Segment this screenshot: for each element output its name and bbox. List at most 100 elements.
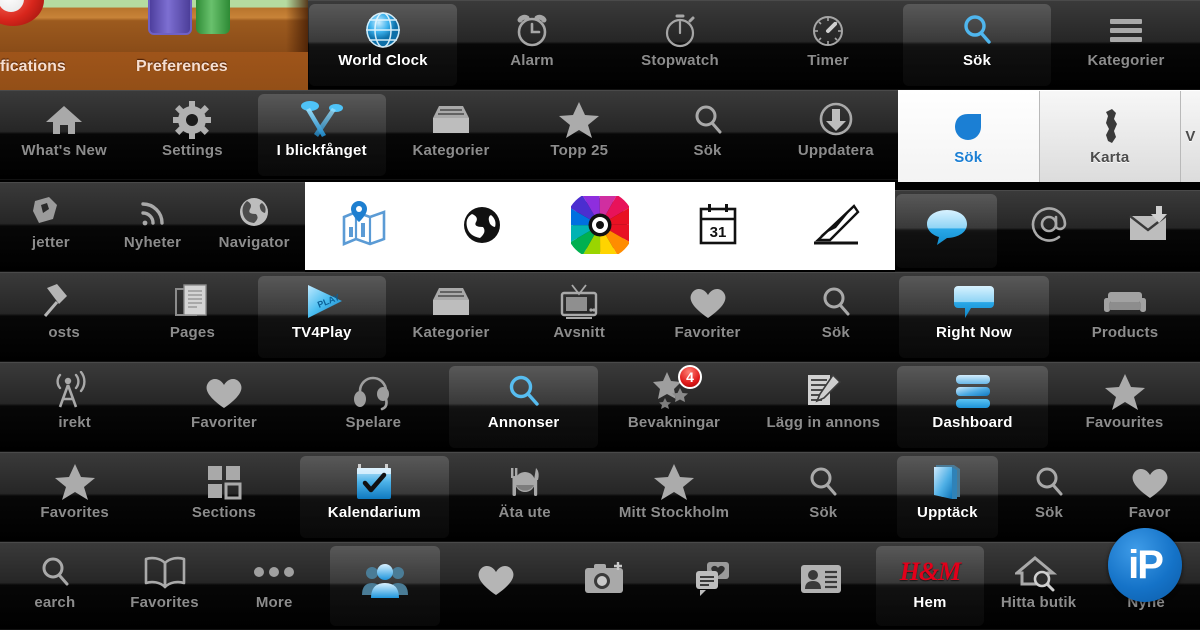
shelf-label-notifications[interactable]: fications [0,58,66,76]
tab-right-now[interactable]: Right Now [899,276,1049,358]
tab-navigator[interactable]: Navigator [203,183,305,271]
tab-label: Favoriter [674,324,741,341]
shelf-label-preferences[interactable]: Preferences [136,58,228,76]
tab-favoriter[interactable]: Favoriter [643,273,771,361]
tab-bevakningar[interactable]: 4 Bevakningar [599,363,748,451]
tab-pages[interactable]: Pages [128,273,256,361]
icon-envelope-sail[interactable] [777,182,895,270]
tab-search[interactable]: earch [0,543,110,629]
tab-world-clock[interactable]: World Clock [309,4,457,86]
tab-favorites[interactable]: Favorites [0,453,149,541]
tab-ata-ute[interactable]: Äta ute [450,453,599,541]
tab-nyheter[interactable]: Nyheter [102,183,204,271]
tab-lagg-in-annons[interactable]: Lägg in annons [749,363,898,451]
icon-color-wheel[interactable] [541,182,659,270]
tab-kategorier[interactable]: Kategorier [387,273,515,361]
tab-sok-light[interactable]: Sök [898,91,1039,182]
tab-jetter[interactable]: jetter [0,183,102,271]
tab-topp-25[interactable]: Topp 25 [515,91,643,179]
tab-more[interactable]: More [219,543,329,629]
tab-label: Navigator [218,234,290,251]
tab-hitta-butik[interactable]: Hitta butik [985,543,1093,629]
star-icon [1103,372,1147,412]
tabbar-social[interactable]: earch Favorites More [0,542,660,630]
tab-spelare[interactable]: Spelare [299,363,448,451]
tab-upptack[interactable]: Upptäck [897,456,998,538]
tab-heart[interactable] [441,543,551,629]
tab-hem[interactable]: H&M Hem [876,546,984,626]
tab-sok[interactable]: Sök [749,453,898,541]
tabbar-stockholm[interactable]: Favorites Sections Kalendarium Äta ute M… [0,452,898,542]
tab-mitt-stockholm[interactable]: Mitt Stockholm [599,453,748,541]
tab-timer[interactable]: Timer [754,1,902,89]
tab-mail-download[interactable] [1099,191,1200,271]
tab-kategorier[interactable]: Kategorier [1052,1,1200,89]
icon-calendar[interactable]: 31 [659,182,777,270]
tab-partial-light[interactable]: V [1180,91,1200,182]
tabbar-rightnow[interactable]: Right Now Products [898,272,1200,362]
search-icon [816,282,856,322]
tab-camera[interactable] [550,543,660,629]
tab-sok[interactable]: Sök [999,453,1100,541]
tab-posts[interactable]: osts [0,273,128,361]
people-blue-icon [359,562,411,602]
search-icon [803,462,843,502]
cutlery-icon [503,462,547,502]
tab-contact-card[interactable] [768,543,876,629]
tab-whats-new[interactable]: What's New [0,91,128,179]
tab-label: Nyheter [123,234,182,251]
rss-icon [134,192,172,232]
tabbar-blocket[interactable]: irekt Favoriter Spelare Annonser 4 Bevak… [0,362,898,452]
globe-black-icon [458,205,506,245]
heart-icon [1128,462,1172,502]
tab-label: Mitt Stockholm [618,504,730,521]
tab-kategorier[interactable]: Kategorier [387,91,515,179]
gear-icon [172,100,212,140]
icon-globe-black[interactable] [423,182,541,270]
tab-favoriter[interactable]: Favoriter [149,363,298,451]
tab-people[interactable] [330,546,440,626]
tab-sections[interactable]: Sections [149,453,298,541]
tab-sok[interactable]: Sök [643,91,771,179]
tabbar-navigator[interactable]: jetter Nyheter Navigator [0,182,305,272]
tab-label: What's New [21,142,107,159]
tab-karta[interactable]: Karta [1038,91,1180,182]
tab-favorites[interactable]: Favorites [110,543,220,629]
tab-sok[interactable]: Sök [772,273,900,361]
tabbar-appstore[interactable]: What's New Settings I blickfånget Katego… [0,90,900,180]
tab-label: TV4Play [291,324,352,341]
tab-label: Favor [1128,504,1171,521]
tab-label: I blickfånget [276,142,367,159]
tab-uppdatera[interactable]: Uppdatera [772,91,900,179]
tab-direkt[interactable]: irekt [0,363,149,451]
tabbar-tv4play[interactable]: osts Pages PLAY TV4Play Kategorier Avsni… [0,272,900,362]
headphones-icon [350,372,396,412]
tabbar-light-segmented[interactable]: Sök Karta V [898,90,1200,182]
tab-annonser[interactable]: Annonser [448,366,599,448]
pages-icon [171,282,213,322]
tab-dashboard[interactable]: Dashboard [897,366,1048,448]
tab-stopwatch[interactable]: Stopwatch [606,1,754,89]
tab-label: Lägg in annons [766,414,881,431]
icon-map-pin[interactable] [305,182,423,270]
tab-label: Topp 25 [550,142,609,159]
tab-favourites[interactable]: Favourites [1049,363,1200,451]
tab-sok[interactable]: Sök [903,4,1051,86]
tray-icon [429,282,473,322]
tab-i-blickfanget[interactable]: I blickfånget [257,94,386,176]
tab-products[interactable]: Products [1050,273,1200,361]
toolbar-white-icons[interactable]: 31 [305,182,895,270]
tabbar-dashboard[interactable]: Dashboard Favourites [896,362,1200,452]
tabbar-clock[interactable]: World Clock Alarm Stopwatch Timer Sök Ka… [308,0,1200,90]
tabbar-chat[interactable] [895,190,1200,272]
tab-label: Timer [807,52,849,69]
tab-alarm[interactable]: Alarm [458,1,606,89]
tab-chat-heart[interactable] [660,543,768,629]
tab-at-sign[interactable] [998,191,1099,271]
tab-kalendarium[interactable]: Kalendarium [299,456,449,538]
tab-settings[interactable]: Settings [128,91,256,179]
at-sign-icon [1026,205,1072,245]
tab-tv4play[interactable]: PLAY TV4Play [257,276,386,358]
tab-chat[interactable] [896,194,997,268]
tab-avsnitt[interactable]: Avsnitt [515,273,643,361]
